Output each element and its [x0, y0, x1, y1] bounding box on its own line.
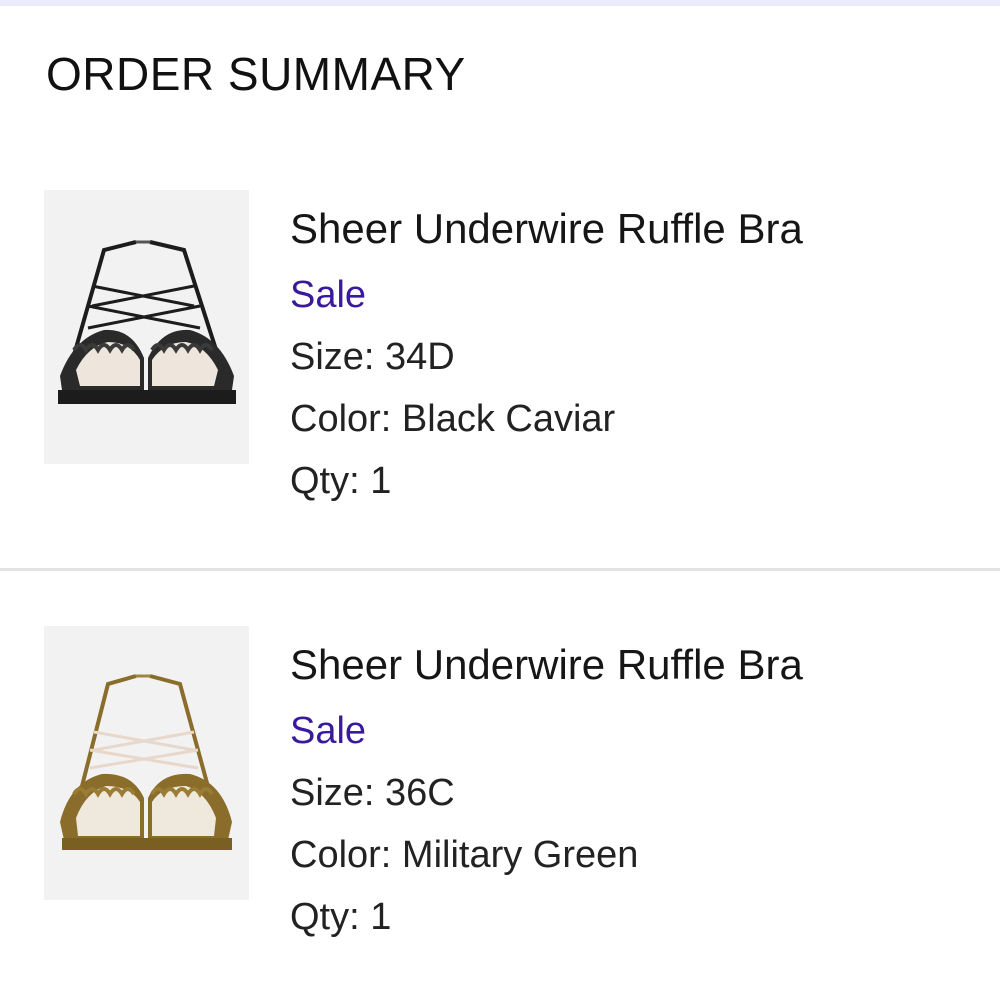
size-label: Size: 36C [290, 772, 455, 814]
product-image[interactable] [44, 190, 249, 464]
olive-bra-product-image [60, 674, 232, 850]
qty-label: Qty: 1 [290, 896, 392, 938]
sale-badge: Sale [290, 710, 367, 752]
product-name[interactable]: Sheer Underwire Ruffle Bra [290, 200, 990, 258]
sale-badge: Sale [290, 274, 367, 316]
color-label: Color: Black Caviar [290, 398, 616, 440]
qty-label: Qty: 1 [290, 460, 392, 502]
item-details: Sheer Underwire Ruffle Bra Sale Size: 36… [290, 636, 990, 954]
product-name[interactable]: Sheer Underwire Ruffle Bra [290, 636, 990, 694]
top-strip [0, 0, 1000, 6]
color-label: Color: Military Green [290, 834, 639, 876]
black-bra-product-image [58, 240, 236, 404]
size-label: Size: 34D [290, 336, 455, 378]
item-divider [0, 568, 1000, 571]
product-image[interactable] [44, 626, 249, 900]
item-details: Sheer Underwire Ruffle Bra Sale Size: 34… [290, 200, 990, 518]
page-title: ORDER SUMMARY [46, 48, 466, 100]
